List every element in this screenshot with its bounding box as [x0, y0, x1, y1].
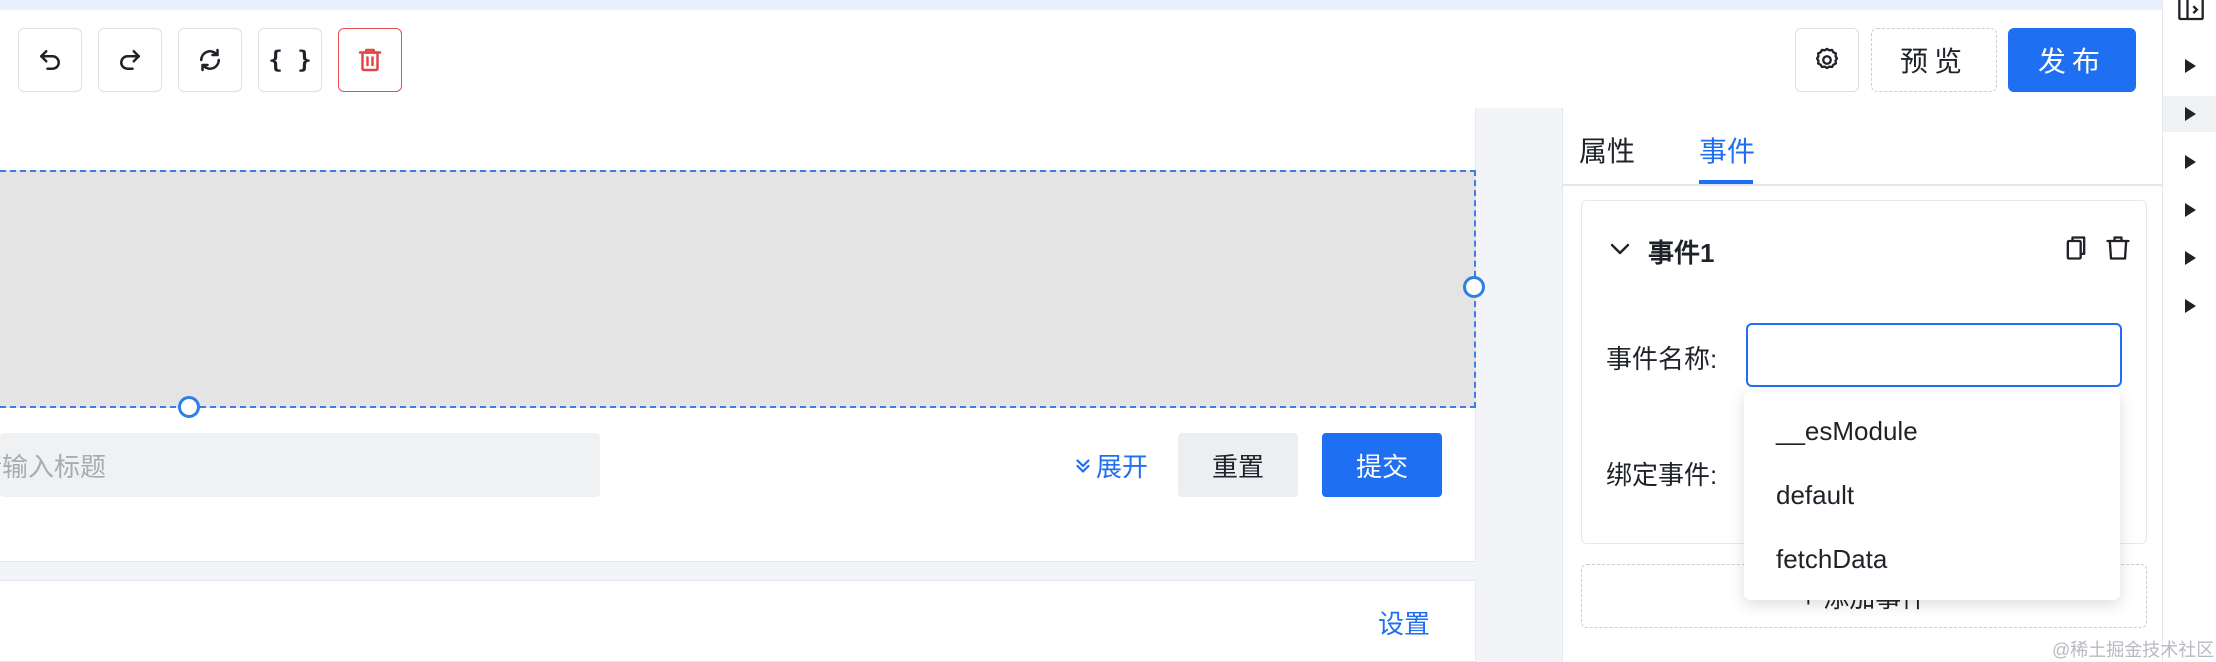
tree-row[interactable]: [2163, 192, 2216, 228]
resize-handle-bottom[interactable]: [178, 396, 200, 418]
tree-row[interactable]: [2163, 240, 2216, 276]
refresh-icon: [200, 48, 220, 72]
chevron-down-icon[interactable]: [1608, 237, 1632, 261]
tree-row[interactable]: [2163, 96, 2216, 132]
caret-right-icon: [2185, 203, 2196, 217]
event-name-input[interactable]: [1746, 323, 2122, 387]
selected-component[interactable]: [0, 170, 1476, 408]
toolbar: { } 预览 发布: [0, 10, 2162, 108]
refresh-button[interactable]: [178, 28, 242, 92]
resize-handle-right[interactable]: [1463, 276, 1485, 298]
reset-button[interactable]: 重置: [1178, 433, 1298, 497]
trash-icon: [358, 48, 382, 72]
caret-right-icon: [2185, 107, 2196, 121]
double-chevron-down-icon: [1076, 458, 1090, 473]
dropdown-option[interactable]: default: [1776, 480, 1854, 511]
top-strip: [0, 0, 2162, 10]
event-name-label: 事件名称:: [1606, 344, 1718, 374]
bind-event-dropdown: __esModule default fetchData: [1744, 392, 2120, 600]
search-placeholder: 请输入标题: [0, 451, 107, 482]
submit-button[interactable]: 提交: [1322, 433, 1442, 497]
gear-icon: [1815, 47, 1839, 70]
redo-button[interactable]: [98, 28, 162, 92]
watermark: @稀土掘金技术社区: [2052, 640, 2215, 660]
caret-right-icon: [2185, 59, 2196, 73]
bind-event-label: 绑定事件:: [1606, 460, 1718, 490]
event-title: 事件1: [1648, 238, 1715, 268]
caret-right-icon: [2185, 155, 2196, 169]
redo-icon: [120, 50, 140, 70]
tab-events[interactable]: 事件: [1699, 130, 1755, 170]
code-button[interactable]: { }: [258, 28, 322, 92]
tree-row[interactable]: [2163, 48, 2216, 84]
settings-button[interactable]: [1795, 28, 1859, 92]
side-strip: [2162, 0, 2216, 662]
undo-button[interactable]: [18, 28, 82, 92]
delete-button[interactable]: [338, 28, 402, 92]
publish-button[interactable]: 发布: [2008, 28, 2136, 92]
delete-event-icon[interactable]: [2104, 233, 2132, 263]
preview-button[interactable]: 预览: [1871, 28, 1997, 92]
caret-right-icon: [2185, 251, 2196, 265]
second-card: [0, 580, 1476, 662]
settings-link[interactable]: 设置: [1378, 604, 1430, 641]
copy-icon[interactable]: [2062, 233, 2090, 263]
dropdown-option[interactable]: __esModule: [1776, 416, 1918, 447]
tree-row[interactable]: [2163, 288, 2216, 324]
dropdown-option[interactable]: fetchData: [1776, 544, 1887, 575]
caret-right-icon: [2185, 299, 2196, 313]
tree-row[interactable]: [2163, 144, 2216, 180]
expand-label: 展开: [1096, 452, 1149, 482]
undo-icon: [40, 50, 60, 70]
tab-properties[interactable]: 属性: [1579, 130, 1635, 170]
code-icon: { }: [268, 46, 312, 74]
title-search-input[interactable]: 请输入标题: [0, 433, 600, 497]
panel-collapse-icon[interactable]: [2177, 0, 2205, 24]
expand-link[interactable]: 展开: [1072, 447, 1148, 484]
